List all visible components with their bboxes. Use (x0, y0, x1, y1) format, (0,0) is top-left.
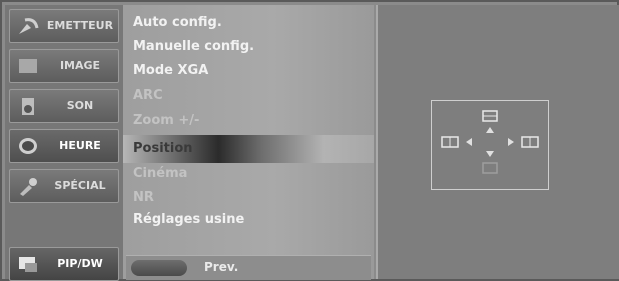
tab-special[interactable]: SPÉCIAL (9, 169, 119, 203)
preview-panel (376, 5, 619, 279)
menu-item-reglages-usine[interactable]: Réglages usine (133, 212, 244, 227)
tab-label: IMAGE (59, 59, 101, 72)
tab-label: HEURE (59, 139, 101, 152)
arrow-up-icon (486, 127, 494, 133)
satellite-dish-icon (19, 18, 39, 34)
submenu-panel: Auto config. Manuelle config. Mode XGA A… (123, 5, 374, 280)
clock-icon (19, 138, 37, 154)
menu-item-zoom[interactable]: Zoom +/- (133, 113, 199, 128)
menu-item-cinema[interactable]: Cinéma (133, 166, 187, 181)
arrow-down-icon (486, 151, 494, 157)
tab-son[interactable]: SON (9, 89, 119, 123)
prev-button-icon (131, 260, 187, 276)
menu-item-nr[interactable]: NR (133, 190, 154, 205)
tab-emetteur[interactable]: EMETTEUR (9, 9, 119, 43)
prev-bar[interactable]: Prev. (126, 255, 371, 280)
tab-label: EMETTEUR (46, 19, 114, 32)
menu-item-manuelle-config[interactable]: Manuelle config. (133, 39, 254, 54)
main-menu-tabs: EMETTEUR IMAGE SON HEURE SPÉCIAL PIP/DW (5, 5, 123, 281)
menu-item-mode-xga[interactable]: Mode XGA (133, 63, 208, 78)
menu-item-arc[interactable]: ARC (133, 88, 163, 103)
menu-item-position[interactable]: Position (133, 141, 193, 156)
position-diagram (431, 100, 549, 190)
position-diagram-graphic (441, 110, 539, 174)
tab-heure[interactable]: HEURE (9, 129, 119, 163)
arrow-left-icon (466, 138, 472, 146)
image-icon (19, 59, 37, 73)
wrench-icon (20, 178, 37, 196)
menu-item-auto-config[interactable]: Auto config. (133, 15, 222, 30)
speaker-icon (22, 98, 34, 115)
tab-label: SON (66, 99, 94, 112)
prev-label: Prev. (204, 260, 239, 274)
tab-image[interactable]: IMAGE (9, 49, 119, 83)
tab-pip-dw[interactable]: PIP/DW (9, 247, 119, 281)
osd-frame: EMETTEUR IMAGE SON HEURE SPÉCIAL PIP/DW … (0, 0, 619, 281)
tab-label: SPÉCIAL (54, 179, 106, 192)
tab-label: PIP/DW (57, 257, 103, 270)
pip-icon (19, 257, 37, 272)
arrow-right-icon (508, 138, 514, 146)
